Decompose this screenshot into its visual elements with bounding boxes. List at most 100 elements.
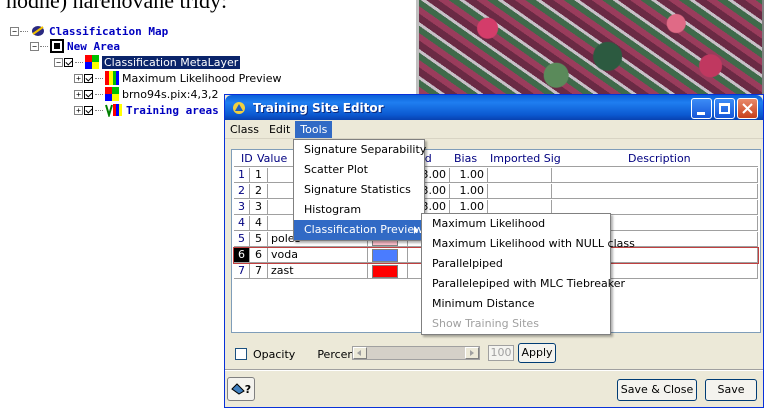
cell-description [552,184,758,199]
minimize-button[interactable] [691,98,712,119]
submenu-arrow-icon [414,226,418,234]
help-glyph: ? [244,382,252,396]
col-header-imported-sig[interactable]: Imported Sig [490,152,561,166]
opacity-label: Opacity [253,347,296,361]
menu-item-label: Classification Preview [304,223,424,236]
cell-id: 1 [234,168,250,183]
tree-root[interactable]: − Classification Map [10,23,168,39]
col-header-bias[interactable]: Bias [454,152,477,166]
separator [225,369,763,371]
arrow-left-icon [357,350,361,356]
percent-value[interactable]: 100 [488,345,514,361]
cell-color[interactable] [368,248,408,263]
menu-item-classification-preview[interactable]: Classification Preview [294,220,424,240]
cell-id: 6 [234,248,250,263]
area-icon [50,39,64,53]
menu-item-histogram[interactable]: Histogram [294,200,424,220]
cell-id: 4 [234,216,250,231]
cell-id: 7 [234,264,250,279]
training-site-editor-window: Training Site Editor Class Edit Tools ID… [224,94,764,408]
expand-icon[interactable]: + [74,89,83,99]
tree-child-label: Maximum Likelihood Preview [122,71,282,85]
tree-child-2[interactable]: + brno94s.pix:4,3,2 [74,86,218,102]
cell-value: 4 [250,216,268,231]
arrow-right-icon [470,350,474,356]
col-header-value[interactable]: Value [257,152,287,166]
submenu-item-maximum-likelihood-null[interactable]: Maximum Likelihood with NULL class [422,234,635,254]
submenu-item-minimum-distance[interactable]: Minimum Distance [422,294,610,314]
col-header-id[interactable]: ID [241,152,253,166]
cell-description [552,168,758,183]
tree-layer-label: Classification MetaLayer [102,55,241,69]
layer-checkbox[interactable] [84,89,93,99]
expand-icon[interactable]: + [74,105,83,115]
submenu-item-parallelepiped-mlc[interactable]: Parallelepiped with MLC Tiebreaker [422,274,625,294]
menu-item-signature-statistics[interactable]: Signature Statistics [294,180,424,200]
tree-layer[interactable]: − Classification MetaLayer [54,54,241,70]
opacity-checkbox[interactable] [235,348,247,360]
cell-value: 6 [250,248,268,263]
submenu-item-show-training-sites: Show Training Sites [432,317,539,330]
tree-child-label: brno94s.pix:4,3,2 [122,87,219,101]
cell-name: voda [268,248,368,263]
collapse-icon[interactable]: − [54,57,63,67]
title-bar[interactable]: Training Site Editor [225,95,763,120]
menu-edit[interactable]: Edit [264,121,295,138]
menu-item-scatter-plot[interactable]: Scatter Plot [294,160,424,180]
cell-value: 7 [250,264,268,279]
apply-button[interactable]: Apply [518,343,556,363]
satellite-image [416,0,764,94]
tree-root-label: Classification Map [49,24,169,38]
cell-bias: 1.00 [450,184,488,199]
close-icon [742,103,753,114]
metalayer-icon [85,55,99,69]
classification-map-icon [32,26,44,36]
expand-icon[interactable]: + [74,73,83,83]
cell-color[interactable] [368,264,408,279]
cell-imported-sig [488,168,552,183]
tools-menu: Signature Separability Scatter Plot Sign… [293,139,426,241]
close-button[interactable] [737,98,758,119]
slider-right-button[interactable] [465,347,479,359]
layer-checkbox[interactable] [84,73,93,83]
cell-value: 1 [250,168,268,183]
training-areas-icon [105,104,122,117]
layer-checkbox[interactable] [84,105,93,115]
window-title: Training Site Editor [253,100,384,115]
color-swatch[interactable] [372,249,398,262]
page-heading-fragment: hodné) nařenovane trídy: [6,0,228,13]
tree-child-3[interactable]: + Training areas [74,102,219,118]
cell-id: 2 [234,184,250,199]
collapse-icon[interactable]: − [10,26,19,36]
cell-value: 5 [250,232,268,247]
menu-item-signature-separability[interactable]: Signature Separability [294,140,426,160]
opacity-row: Opacity Percent: [235,345,362,363]
save-button[interactable]: Save [705,379,757,401]
submenu-item-parallelpiped[interactable]: Parallelpiped [422,254,610,274]
cell-bias: 1.00 [450,168,488,183]
tree-area[interactable]: − New Area [30,38,120,54]
cell-value: 2 [250,184,268,199]
color-swatch[interactable] [372,265,398,278]
save-close-button[interactable]: Save & Close [617,379,697,401]
col-header-description[interactable]: Description [628,152,691,166]
menu-class[interactable]: Class [225,121,264,138]
pointer-help-icon [231,383,245,395]
menu-bar: Class Edit Tools [225,120,763,139]
tree-area-label: New Area [67,39,120,53]
help-button[interactable]: ? [227,377,255,401]
layer-checkbox[interactable] [64,57,73,67]
collapse-icon[interactable]: − [30,41,39,51]
opacity-slider[interactable] [352,346,480,360]
app-icon [233,101,245,114]
classification-preview-submenu: Maximum Likelihood Maximum Likelihood wi… [421,213,635,335]
tree-child-1[interactable]: + Maximum Likelihood Preview [74,70,281,86]
submenu-item-maximum-likelihood[interactable]: Maximum Likelihood [422,214,610,234]
cell-value: 3 [250,200,268,215]
rgb-image-icon [105,87,119,101]
menu-tools[interactable]: Tools [295,120,333,138]
maximize-button[interactable] [714,98,735,119]
cell-id: 5 [234,232,250,247]
slider-left-button[interactable] [353,347,367,359]
cell-id: 3 [234,200,250,215]
